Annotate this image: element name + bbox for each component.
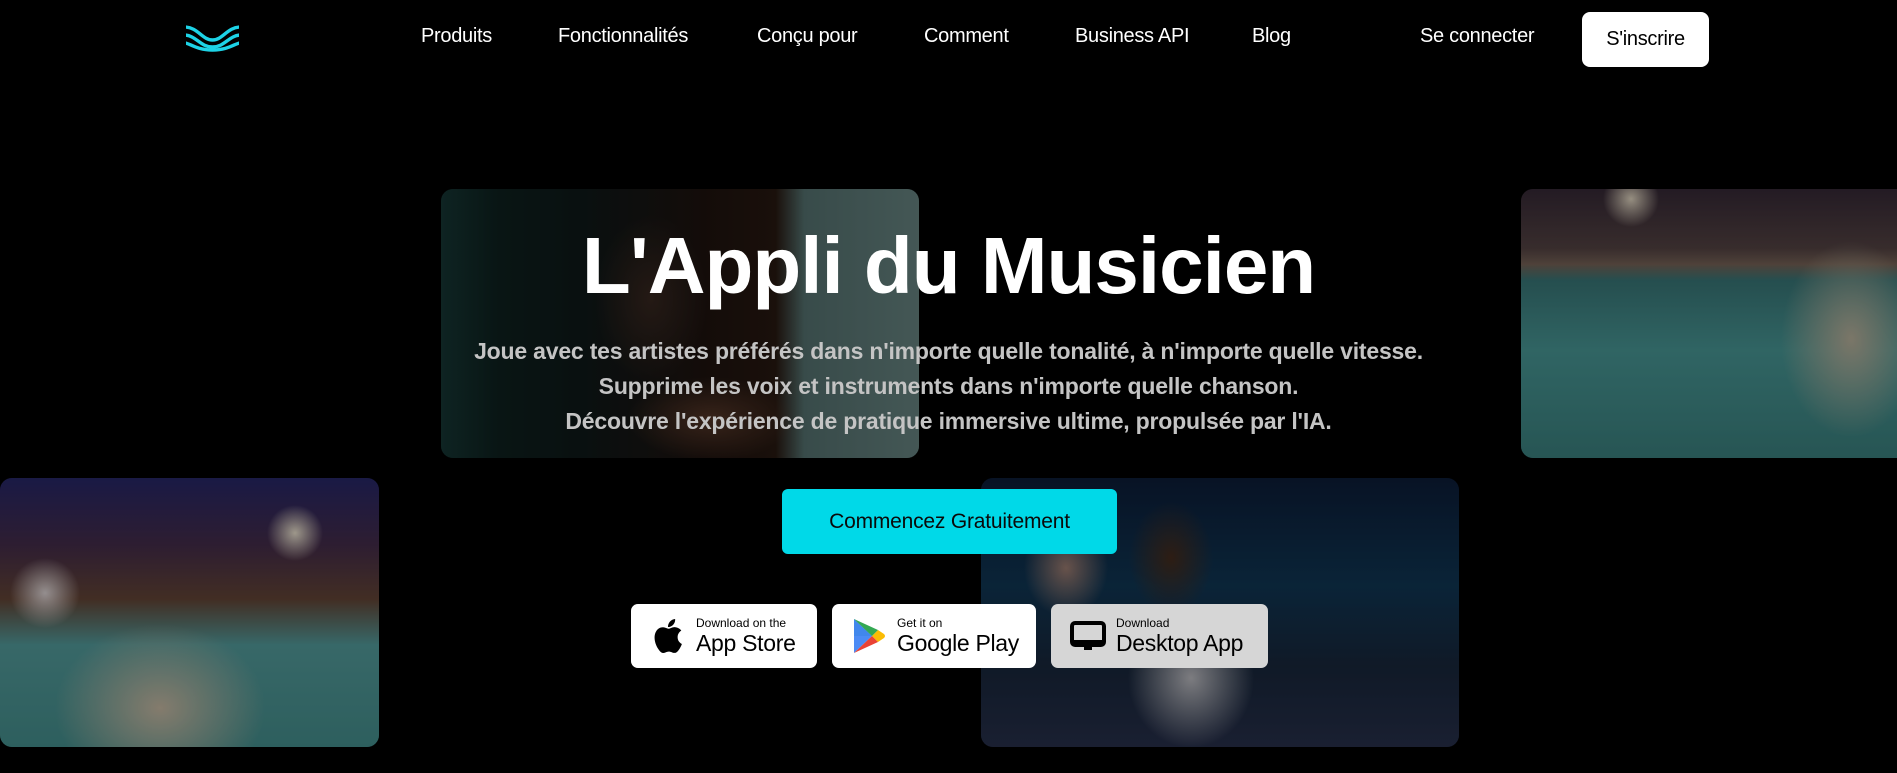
google-play-button[interactable]: Get it on Google Play: [832, 604, 1036, 668]
login-link[interactable]: Se connecter: [1420, 25, 1535, 48]
nav-item-business-api[interactable]: Business API: [1075, 25, 1190, 48]
start-free-button[interactable]: Commencez Gratuitement: [782, 489, 1117, 554]
nav-item-concu-pour[interactable]: Conçu pour: [757, 25, 858, 48]
desktop-app-caption: Download: [1116, 616, 1170, 630]
app-store-button[interactable]: Download on the App Store: [631, 604, 817, 668]
nav-item-comment[interactable]: Comment: [924, 25, 1009, 48]
apple-icon: [650, 618, 686, 654]
top-nav: Produits Fonctionnalités Conçu pour Comm…: [0, 0, 1897, 78]
nav-item-produits[interactable]: Produits: [421, 25, 492, 48]
hero-subtitle: Joue avec tes artistes préférés dans n'i…: [0, 334, 1897, 439]
hero-subtitle-line: Joue avec tes artistes préférés dans n'i…: [474, 338, 1423, 364]
signup-button[interactable]: S'inscrire: [1582, 12, 1709, 67]
desktop-monitor-icon: [1070, 618, 1106, 654]
google-play-label: Google Play: [897, 630, 1019, 656]
nav-item-fonctionnalites[interactable]: Fonctionnalités: [558, 25, 688, 48]
hero-subtitle-line: Découvre l'expérience de pratique immers…: [565, 408, 1332, 434]
desktop-app-button[interactable]: Download Desktop App: [1051, 604, 1268, 668]
app-store-label: App Store: [696, 630, 796, 656]
google-play-caption: Get it on: [897, 616, 943, 630]
hero-title: L'Appli du Musicien: [581, 221, 1316, 310]
nav-item-blog[interactable]: Blog: [1252, 25, 1291, 48]
wave-logo-icon[interactable]: [186, 24, 239, 52]
app-store-caption: Download on the: [696, 616, 787, 630]
desktop-app-label: Desktop App: [1116, 630, 1244, 656]
google-play-icon: [851, 618, 887, 654]
hero-subtitle-line: Supprime les voix et instruments dans n'…: [598, 373, 1299, 399]
video-tile-singer: [0, 478, 379, 747]
